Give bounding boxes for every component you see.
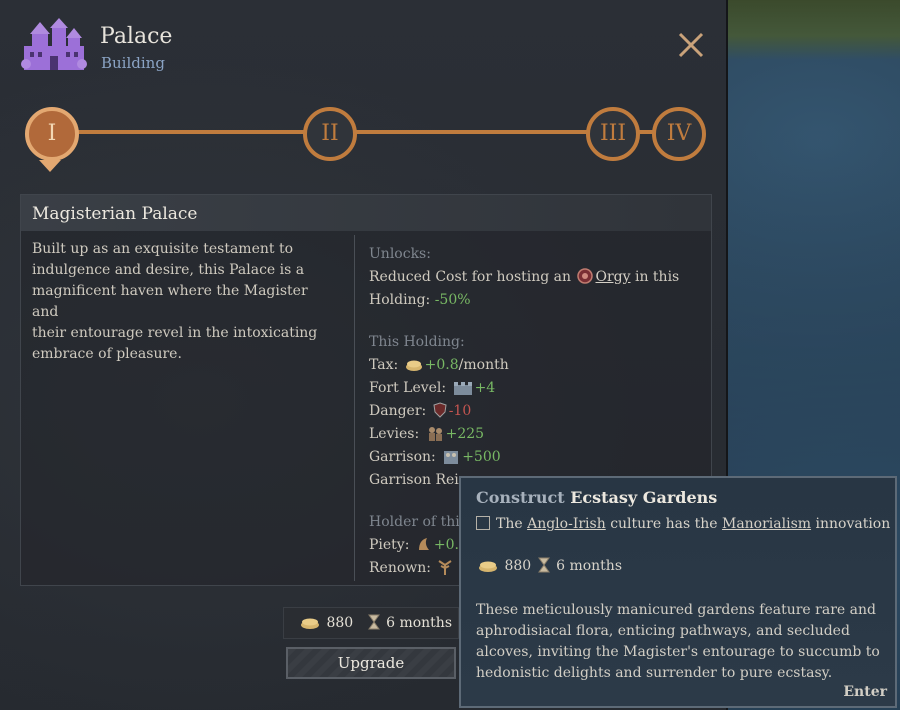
- stat-danger: Danger: -10: [369, 400, 699, 423]
- upgrade-cost-bar: 880 6 months: [283, 607, 459, 639]
- stat-garrison: Garrison: +500: [369, 446, 699, 469]
- tooltip-title-building: Ecstasy Gardens: [570, 488, 718, 507]
- stat-value: +500: [462, 449, 501, 465]
- stat-label: Tax:: [369, 357, 399, 373]
- stat-suffix: /month: [458, 357, 509, 373]
- building-description: Built up as an exquisite testament to in…: [32, 241, 318, 362]
- orgy-icon: [577, 268, 594, 284]
- stat-label: Danger:: [369, 403, 427, 419]
- tooltip-title-verb: Construct: [476, 488, 565, 507]
- piety-icon: [418, 538, 429, 550]
- tier-3-label: III: [599, 121, 627, 146]
- unlocks-heading: Unlocks:: [369, 246, 431, 262]
- building-type-label: Building: [101, 54, 165, 72]
- upgrade-gold-cost: 880: [326, 615, 354, 631]
- unlocks-line-2: Holding: -50%: [369, 289, 699, 312]
- req-text-mid: culture has the: [610, 516, 718, 532]
- stat-fort-level: Fort Level: +4: [369, 377, 699, 400]
- stat-value: +0.8: [424, 357, 459, 373]
- tier-1-label: I: [47, 121, 57, 146]
- unlocks-value: -50%: [434, 292, 471, 308]
- gold-coins-icon: [405, 360, 422, 371]
- stat-label: Garrison:: [369, 449, 436, 465]
- tooltip-cost: 880 6 months: [476, 556, 622, 576]
- unlocks-text-post: in this: [634, 269, 680, 285]
- stat-value: +0.: [433, 537, 459, 553]
- req-text-pre: The: [496, 516, 523, 532]
- renown-icon: [438, 560, 453, 575]
- castle-icon: [21, 18, 87, 70]
- stat-value: +225: [445, 426, 485, 442]
- column-divider: [354, 235, 355, 581]
- construct-tooltip: Construct Ecstasy Gardens The Anglo-Iris…: [459, 476, 897, 708]
- stat-value: +4: [474, 380, 496, 396]
- stat-label: Garrison Rei: [369, 472, 459, 488]
- tooltip-title: Construct Ecstasy Gardens: [476, 488, 717, 507]
- stat-label: Piety:: [369, 537, 410, 553]
- tier-4-label: IV: [666, 121, 692, 146]
- tier-2-button[interactable]: II: [303, 107, 357, 161]
- stat-label: Renown:: [369, 560, 431, 576]
- unlocks-line: Reduced Cost for hosting an Orgy in this: [369, 266, 699, 289]
- innovation-link[interactable]: Manorialism: [722, 516, 811, 532]
- hourglass-icon: [537, 557, 550, 573]
- levies-icon: [428, 427, 442, 441]
- map-terrain: [700, 0, 900, 60]
- gold-coins-icon: [301, 618, 319, 629]
- stat-levies: Levies: +225: [369, 423, 699, 446]
- enter-hint: Enter: [843, 684, 887, 700]
- hourglass-icon: [367, 614, 380, 630]
- culture-link[interactable]: Anglo-Irish: [527, 516, 606, 532]
- orgy-link[interactable]: Orgy: [595, 269, 630, 285]
- detail-header: Magisterian Palace: [21, 195, 711, 231]
- building-name: Magisterian Palace: [32, 204, 198, 224]
- tooltip-description: These meticulously manicured gardens fea…: [476, 602, 880, 681]
- upgrade-button[interactable]: Upgrade: [286, 647, 456, 679]
- req-text-post: innovation: [815, 516, 891, 532]
- current-tier-marker: [39, 160, 61, 172]
- building-title: Palace: [100, 24, 173, 49]
- tier-2-label: II: [321, 121, 339, 146]
- close-icon[interactable]: [674, 28, 708, 62]
- tier-1-button[interactable]: I: [25, 107, 79, 161]
- holding-heading: This Holding:: [369, 334, 465, 350]
- tier-4-button[interactable]: IV: [652, 107, 706, 161]
- unlocks-holding-label: Holding:: [369, 292, 431, 308]
- gold-coins-icon: [479, 561, 497, 572]
- tooltip-requirement: The Anglo-Irish culture has the Manorial…: [476, 514, 890, 534]
- tier-3-button[interactable]: III: [586, 107, 640, 161]
- stat-value: -10: [448, 403, 472, 419]
- stat-label: Fort Level:: [369, 380, 447, 396]
- fort-icon: [453, 382, 472, 395]
- stat-tax: Tax: +0.8/month: [369, 354, 699, 377]
- tooltip-gold-cost: 880: [504, 558, 532, 574]
- stat-label: Levies:: [369, 426, 420, 442]
- unlocks-text: Reduced Cost for hosting an: [369, 269, 572, 285]
- shield-icon: [433, 402, 447, 418]
- requirement-checkbox: [476, 516, 490, 530]
- garrison-icon: [444, 451, 459, 464]
- upgrade-time-cost: 6 months: [386, 615, 452, 631]
- tooltip-time-cost: 6 months: [556, 558, 622, 574]
